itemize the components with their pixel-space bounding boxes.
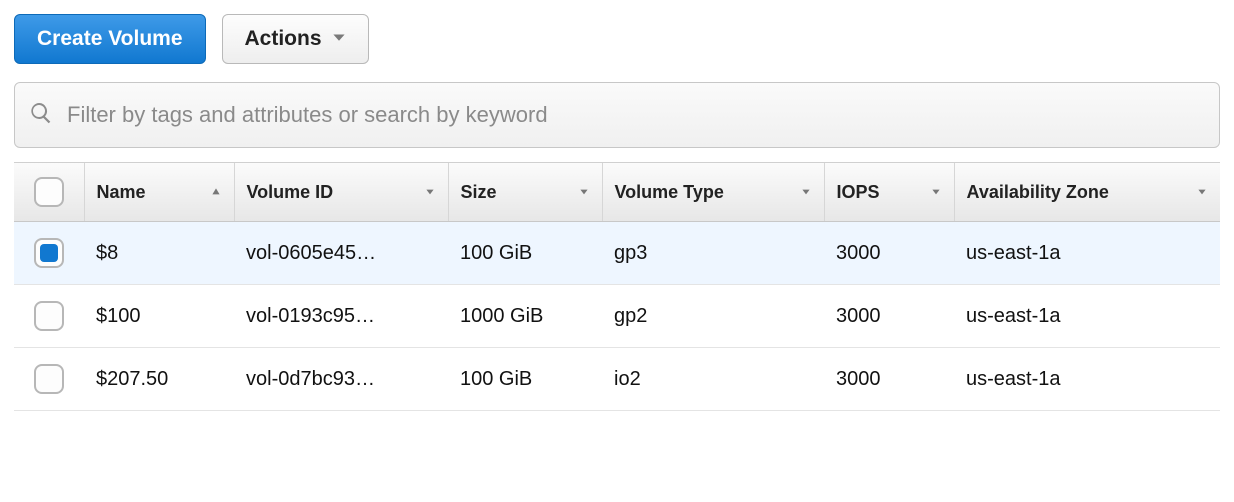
- create-volume-label: Create Volume: [37, 27, 183, 51]
- sort-asc-icon: [210, 186, 222, 198]
- col-label-name: Name: [97, 182, 146, 203]
- cell-az: us-east-1a: [954, 285, 1220, 348]
- sort-none-icon: [1196, 186, 1208, 198]
- cell-volume-id: vol-0d7bc93…: [234, 348, 448, 411]
- cell-size: 100 GiB: [448, 348, 602, 411]
- create-volume-button[interactable]: Create Volume: [14, 14, 206, 64]
- toolbar: Create Volume Actions: [0, 0, 1234, 82]
- cell-az: us-east-1a: [954, 222, 1220, 285]
- col-header-az[interactable]: Availability Zone: [954, 163, 1220, 222]
- search-bar: [14, 82, 1220, 148]
- row-checkbox[interactable]: [34, 301, 64, 331]
- cell-volume-type: gp3: [602, 222, 824, 285]
- row-checkbox[interactable]: [34, 238, 64, 268]
- col-label-volume-type: Volume Type: [615, 182, 724, 203]
- cell-name: $8: [84, 222, 234, 285]
- chevron-down-icon: [332, 27, 346, 51]
- cell-volume-type: gp2: [602, 285, 824, 348]
- sort-none-icon: [578, 186, 590, 198]
- table-header-row: Name Volume ID: [14, 163, 1220, 222]
- cell-size: 100 GiB: [448, 222, 602, 285]
- cell-volume-id: vol-0605e45…: [234, 222, 448, 285]
- sort-none-icon: [930, 186, 942, 198]
- cell-iops: 3000: [824, 222, 954, 285]
- cell-iops: 3000: [824, 285, 954, 348]
- col-label-iops: IOPS: [837, 182, 880, 203]
- actions-button[interactable]: Actions: [222, 14, 369, 64]
- select-all-checkbox[interactable]: [34, 177, 64, 207]
- col-label-size: Size: [461, 182, 497, 203]
- volumes-table: Name Volume ID: [14, 162, 1220, 411]
- col-header-size[interactable]: Size: [448, 163, 602, 222]
- table-row[interactable]: $8vol-0605e45…100 GiBgp33000us-east-1a: [14, 222, 1220, 285]
- sort-none-icon: [424, 186, 436, 198]
- cell-size: 1000 GiB: [448, 285, 602, 348]
- cell-volume-type: io2: [602, 348, 824, 411]
- row-checkbox[interactable]: [34, 364, 64, 394]
- select-all-header[interactable]: [14, 163, 84, 222]
- cell-name: $100: [84, 285, 234, 348]
- col-label-volume-id: Volume ID: [247, 182, 334, 203]
- cell-name: $207.50: [84, 348, 234, 411]
- col-label-az: Availability Zone: [967, 182, 1109, 203]
- table-row[interactable]: $100vol-0193c95…1000 GiBgp23000us-east-1…: [14, 285, 1220, 348]
- actions-label: Actions: [245, 27, 322, 51]
- cell-az: us-east-1a: [954, 348, 1220, 411]
- col-header-name[interactable]: Name: [84, 163, 234, 222]
- col-header-iops[interactable]: IOPS: [824, 163, 954, 222]
- search-icon: [29, 101, 53, 130]
- search-input[interactable]: [67, 102, 1205, 128]
- table-row[interactable]: $207.50vol-0d7bc93…100 GiBio23000us-east…: [14, 348, 1220, 411]
- cell-iops: 3000: [824, 348, 954, 411]
- col-header-volume-type[interactable]: Volume Type: [602, 163, 824, 222]
- col-header-volume-id[interactable]: Volume ID: [234, 163, 448, 222]
- sort-none-icon: [800, 186, 812, 198]
- cell-volume-id: vol-0193c95…: [234, 285, 448, 348]
